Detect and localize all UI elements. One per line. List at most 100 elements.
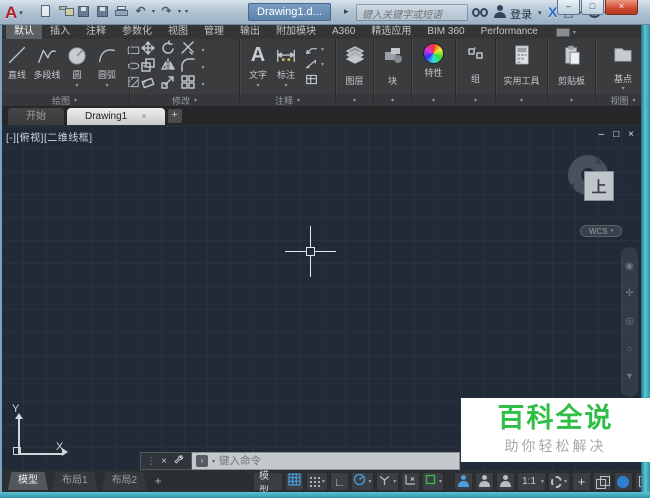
- file-tab-start[interactable]: 开始: [8, 108, 64, 125]
- trim-flyout-icon[interactable]: ▾: [201, 47, 204, 54]
- chevron-down-icon[interactable]: ▾: [393, 478, 396, 485]
- navbar-more-icon[interactable]: ▾: [627, 372, 632, 382]
- file-tab-close-icon[interactable]: ×: [141, 108, 146, 125]
- object-snap-tracking-toggle[interactable]: [400, 472, 420, 491]
- chevron-down-icon[interactable]: ▾: [541, 478, 544, 485]
- chevron-down-icon[interactable]: ▾: [564, 478, 567, 485]
- pan-icon[interactable]: ✛: [625, 289, 633, 299]
- panel-footer-group[interactable]: ▾: [456, 94, 495, 106]
- ribbon-tab-insert[interactable]: 插入: [42, 25, 78, 39]
- customize-wrench-icon[interactable]: [173, 452, 184, 470]
- ribbon-tab-home[interactable]: 默认: [6, 25, 42, 39]
- ribbon-tab-performance[interactable]: Performance: [473, 25, 546, 39]
- maximize-button[interactable]: □: [581, 0, 604, 15]
- ribbon-tab-output[interactable]: 输出: [232, 25, 268, 39]
- viewcube-west[interactable]: 西: [566, 181, 575, 194]
- tool-circle[interactable]: 圆 ▾: [62, 42, 92, 89]
- panel-properties[interactable]: 特性 ▾: [412, 39, 456, 106]
- ribbon-tab-addins[interactable]: 附加模块: [268, 25, 324, 39]
- workspace-switching-button[interactable]: ▾: [548, 472, 570, 491]
- help-search-input[interactable]: [357, 8, 467, 23]
- panel-footer-properties[interactable]: ▾: [412, 94, 455, 106]
- minimize-button[interactable]: –: [557, 0, 580, 15]
- signin-dropdown-icon[interactable]: ▾: [538, 9, 542, 17]
- full-navigation-wheel-icon[interactable]: ◉: [625, 261, 634, 272]
- zoom-icon[interactable]: ◎: [625, 316, 634, 327]
- polar-tracking-toggle[interactable]: ▾: [351, 472, 374, 491]
- viewcube-top-face[interactable]: 上: [584, 171, 614, 201]
- tool-polyline[interactable]: 多段线: [32, 42, 62, 89]
- viewcube-north[interactable]: 北: [594, 153, 603, 166]
- ribbon-tab-annotate[interactable]: 注释: [78, 25, 114, 39]
- basepoint-flyout-icon[interactable]: ▾: [621, 85, 624, 92]
- panel-footer-modify[interactable]: 修改 ▾: [130, 94, 239, 106]
- graphics-performance-button[interactable]: [613, 472, 633, 491]
- text-flyout-icon[interactable]: ▾: [256, 82, 259, 89]
- ortho-toggle[interactable]: ∟: [330, 472, 350, 491]
- isometric-drafting-toggle[interactable]: ▾: [375, 472, 399, 491]
- object-snap-toggle[interactable]: ▾: [421, 472, 445, 491]
- layout-tab-layout2[interactable]: 布局2: [101, 472, 148, 490]
- tool-table[interactable]: [304, 73, 324, 86]
- array-icon[interactable]: [180, 74, 196, 95]
- signin-label[interactable]: 登录: [510, 6, 532, 22]
- panel-footer-block[interactable]: ▾: [374, 94, 411, 106]
- tool-arc[interactable]: 圆弧 ▾: [92, 42, 122, 89]
- panel-group[interactable]: 组 ▾: [456, 39, 496, 106]
- open-file-icon[interactable]: [57, 4, 74, 19]
- orbit-icon[interactable]: ○: [626, 344, 632, 355]
- fillet-flyout-icon[interactable]: ▾: [201, 64, 204, 71]
- ribbon-tab-bim360[interactable]: BIM 360: [419, 25, 472, 39]
- chevron-down-icon[interactable]: ▾: [322, 478, 325, 485]
- scale-icon[interactable]: [160, 74, 176, 95]
- ribbon-tab-a360[interactable]: A360: [324, 25, 363, 39]
- model-space-button[interactable]: 模型: [253, 471, 284, 497]
- drawing-minimize-icon[interactable]: –: [599, 129, 605, 140]
- command-input[interactable]: [219, 455, 455, 467]
- grid-display-toggle[interactable]: [285, 472, 305, 491]
- drawing-restore-icon[interactable]: □: [613, 129, 619, 140]
- panel-footer-utilities[interactable]: ▾: [496, 94, 547, 106]
- viewcube-east[interactable]: 东: [624, 181, 633, 194]
- ribbon-tab-parametric[interactable]: 参数化: [114, 25, 160, 39]
- leader-flyout-icon[interactable]: ▾: [321, 46, 324, 53]
- save-icon[interactable]: [76, 4, 91, 19]
- undo-icon[interactable]: ↶: [133, 4, 148, 19]
- panel-clipboard[interactable]: 剪贴板 ▾: [548, 39, 596, 106]
- panel-block[interactable]: 块 ▾: [374, 39, 412, 106]
- viewport-controls-label[interactable]: [-][俯视][二维线框]: [6, 129, 93, 144]
- ribbon-minimize-control[interactable]: ▾: [550, 25, 582, 39]
- chevron-down-icon[interactable]: ▾: [368, 478, 371, 485]
- erase-icon[interactable]: [140, 74, 156, 95]
- annotation-monitor-toggle[interactable]: [495, 472, 515, 491]
- navigation-bar[interactable]: ◉ ✛ ◎ ○ ▾: [621, 247, 638, 397]
- snap-mode-toggle[interactable]: ▾: [306, 472, 329, 491]
- search-icon[interactable]: [472, 8, 488, 17]
- panel-utilities[interactable]: 实用工具 ▾: [496, 39, 548, 106]
- layout-tab-layout1[interactable]: 布局1: [52, 472, 98, 490]
- ribbon-tab-view[interactable]: 视图: [160, 25, 196, 39]
- arc-flyout-icon[interactable]: ▾: [105, 82, 108, 89]
- chevron-down-icon[interactable]: ▾: [212, 458, 215, 465]
- file-tab-drawing1[interactable]: Drawing1 ×: [67, 108, 165, 125]
- drag-grip-icon[interactable]: ⋮: [146, 456, 156, 467]
- annotation-visibility-toggle[interactable]: [453, 472, 473, 491]
- wcs-menu[interactable]: WCS ▾: [580, 225, 622, 237]
- dimension-flyout-icon[interactable]: ▾: [284, 82, 287, 89]
- chevron-down-icon[interactable]: ▾: [439, 478, 442, 485]
- dimline-flyout-icon[interactable]: ▾: [321, 61, 324, 68]
- ribbon-tab-featured[interactable]: 精选应用: [363, 25, 419, 39]
- recent-commands-icon[interactable]: ›: [196, 455, 208, 467]
- circle-flyout-icon[interactable]: ▾: [75, 82, 78, 89]
- isolate-objects-button[interactable]: [592, 472, 612, 491]
- viewcube-south[interactable]: 南: [594, 209, 603, 222]
- array-flyout-icon[interactable]: ▾: [201, 81, 204, 88]
- panel-footer-clipboard[interactable]: ▾: [548, 94, 595, 106]
- help-search-box[interactable]: [356, 4, 468, 23]
- ribbon-tab-manage[interactable]: 管理: [196, 25, 232, 39]
- command-input-area[interactable]: › ▾: [192, 452, 460, 470]
- undo-dropdown-icon[interactable]: ▾: [152, 8, 155, 15]
- qat-customize-icon[interactable]: ▾: [185, 8, 188, 15]
- viewcube[interactable]: 北 南 西 东 上 WCS ▾: [566, 151, 636, 237]
- app-menu-button[interactable]: A ▾: [5, 2, 35, 23]
